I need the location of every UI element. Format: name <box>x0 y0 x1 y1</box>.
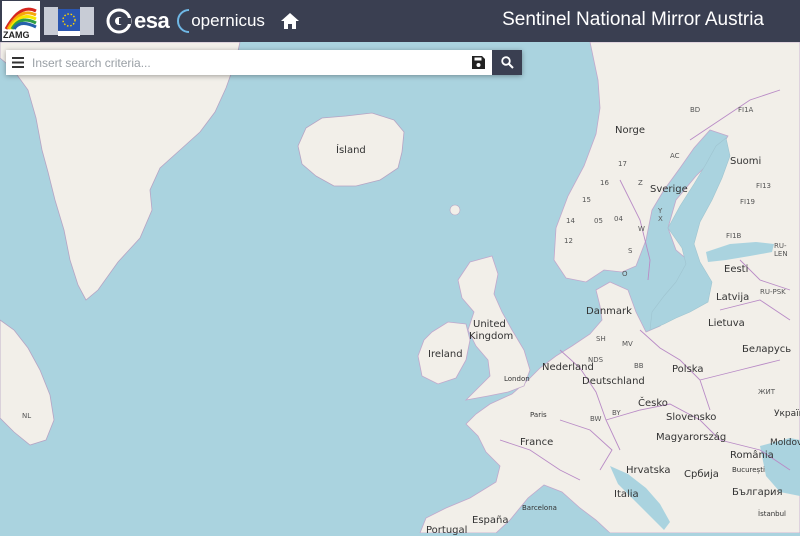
copernicus-arc-icon <box>177 9 190 33</box>
landmass-faroe <box>449 204 461 216</box>
save-search-button[interactable] <box>464 50 492 75</box>
app-title: Sentinel National Mirror Austria <box>502 9 764 30</box>
search-button[interactable] <box>492 50 522 75</box>
esa-logo[interactable]: esa <box>106 8 170 34</box>
zamg-logo-text: ZAMG <box>3 30 30 40</box>
map-canvas[interactable] <box>0 0 800 533</box>
menu-icon <box>12 57 24 68</box>
copernicus-logo-text: opernicus <box>191 11 265 30</box>
esa-emblem-icon <box>106 8 132 34</box>
app-header: ZAMG esa opernicus Sentinel National Mir… <box>0 0 800 42</box>
menu-button[interactable] <box>6 50 30 75</box>
logo-group: ZAMG esa opernicus <box>0 0 301 42</box>
copernicus-logo[interactable]: opernicus <box>177 7 265 35</box>
esa-logo-text: esa <box>134 8 170 33</box>
search-input[interactable] <box>30 50 464 75</box>
zamg-rainbow-icon <box>4 7 37 30</box>
search-icon <box>500 56 514 69</box>
search-bar <box>6 50 522 75</box>
save-icon <box>471 56 485 69</box>
zamg-logo[interactable]: ZAMG <box>2 1 40 41</box>
home-icon[interactable] <box>279 10 301 32</box>
eu-commission-logo[interactable] <box>44 5 94 37</box>
